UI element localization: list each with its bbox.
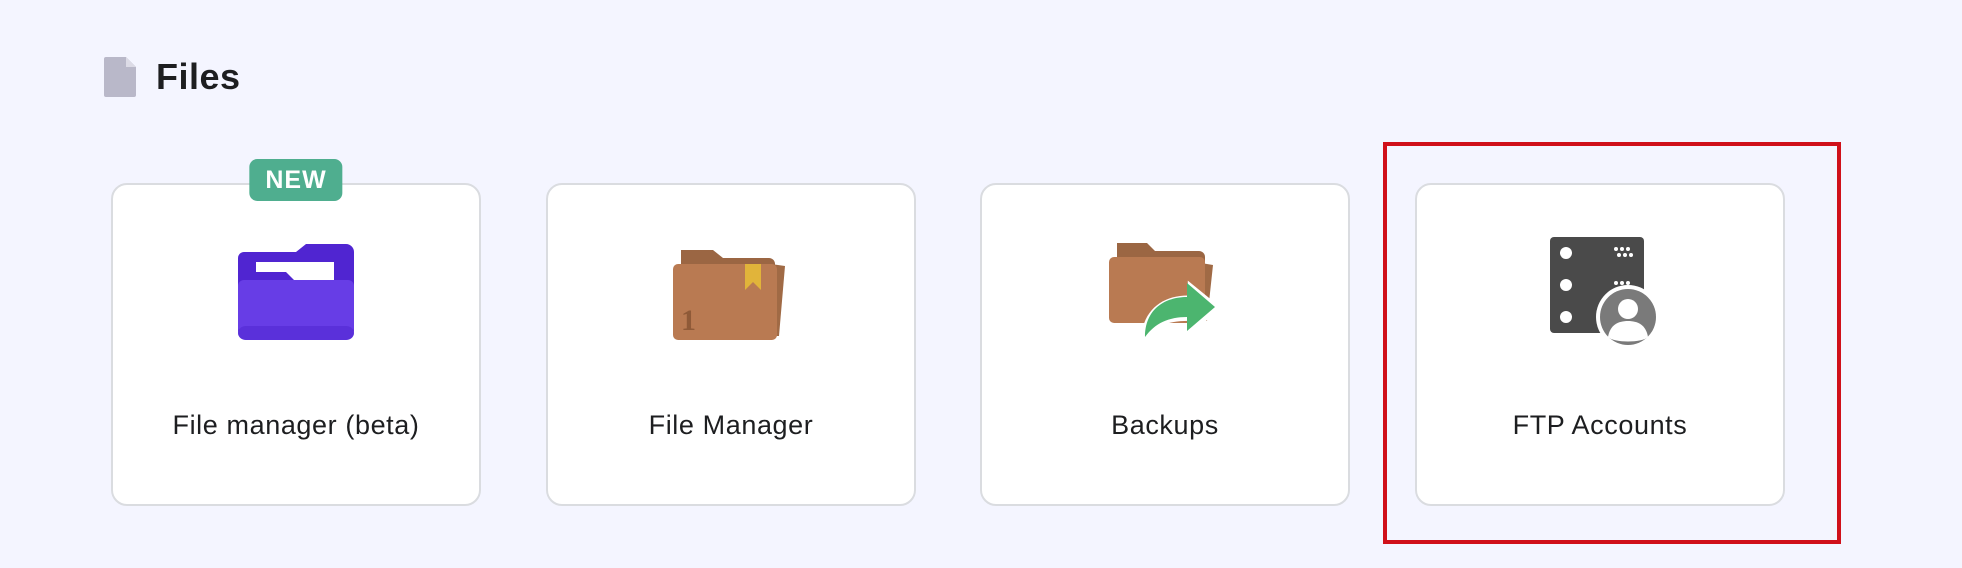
backups-card[interactable]: Backups	[980, 183, 1350, 506]
new-badge: NEW	[249, 159, 343, 201]
ftp-accounts-card[interactable]: FTP Accounts	[1415, 183, 1785, 506]
card-label: Backups	[1111, 410, 1219, 440]
section-header: Files	[104, 56, 241, 98]
purple-folder-icon	[238, 244, 354, 340]
file-manager-beta-card[interactable]: NEW File manager (beta)	[111, 159, 481, 506]
bookmark-folder-icon: 1	[673, 250, 785, 340]
ftp-server-user-icon	[1550, 237, 1658, 347]
document-icon	[104, 57, 136, 97]
section-title: Files	[156, 56, 241, 97]
card-label: File Manager	[648, 410, 814, 440]
folder-share-arrow-icon	[1109, 243, 1222, 343]
folder-number: 1	[681, 304, 696, 337]
file-manager-card[interactable]: 1 File Manager	[546, 183, 916, 506]
card-label: File manager (beta)	[172, 410, 420, 440]
files-section: Files NEW File manager (beta) 1 File Man	[0, 0, 1962, 568]
card-label: FTP Accounts	[1512, 410, 1688, 440]
